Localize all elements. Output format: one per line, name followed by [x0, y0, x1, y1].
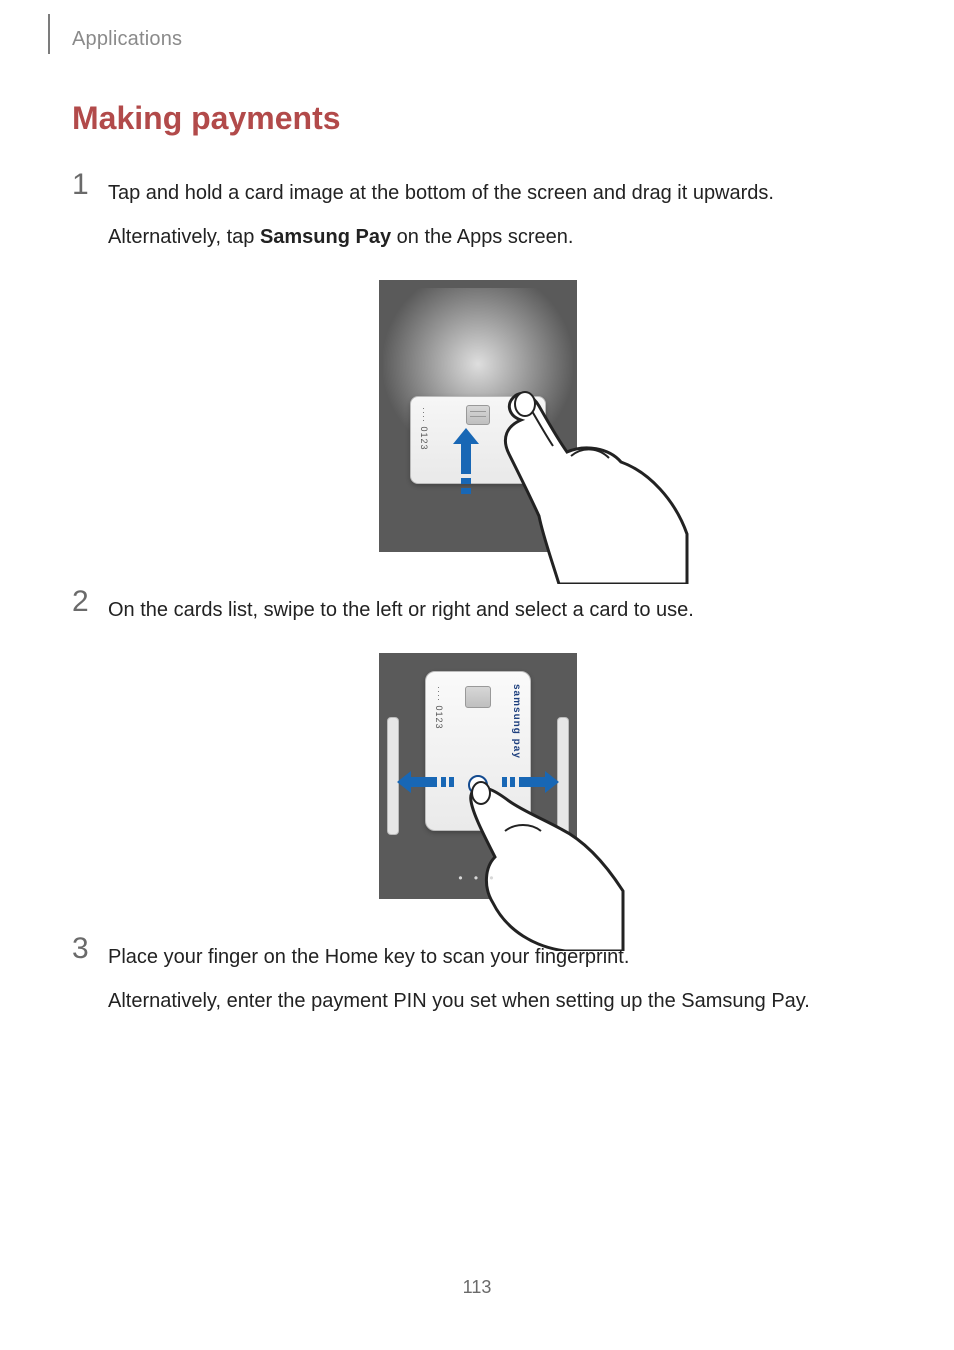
steps-list: 1 Tap and hold a card image at the botto…	[72, 158, 884, 1044]
breadcrumb: Applications	[72, 28, 182, 51]
step-text: Alternatively, tap	[108, 226, 260, 248]
section-title: Making payments	[72, 100, 341, 137]
manual-page: Applications Making payments 1 Tap and h…	[0, 0, 954, 1350]
step-text: Tap and hold a card image at the bottom …	[108, 182, 774, 204]
step-text: On the cards list, swipe to the left or …	[108, 599, 694, 621]
swipe-left-arrow-icon	[397, 771, 461, 793]
step-text: Alternatively, enter the payment PIN you…	[108, 990, 810, 1012]
figure-2: ···· 0123 samsung pay	[72, 653, 884, 904]
page-indicator-dots: • • •	[379, 871, 577, 885]
step-body: On the cards list, swipe to the left or …	[108, 585, 694, 635]
card-chip-icon	[466, 405, 490, 425]
card-digits: ···· 0123	[434, 686, 444, 730]
phone-illustration: ···· 0123 samsung pay	[379, 653, 577, 899]
step-text-bold: Samsung Pay	[260, 226, 391, 248]
step-1: 1 Tap and hold a card image at the botto…	[72, 168, 884, 262]
step-number: 1	[72, 168, 108, 200]
step-text: on the Apps screen.	[391, 226, 573, 248]
hand-swipe-icon	[465, 771, 625, 951]
card-chip-icon	[465, 686, 491, 708]
header-divider	[48, 14, 50, 54]
hand-drag-icon	[499, 384, 689, 584]
phone-illustration: ···· 0123 SAMSUNG	[379, 280, 577, 552]
page-number: 113	[0, 1277, 954, 1298]
drag-up-arrow-icon	[453, 428, 479, 502]
step-number: 2	[72, 585, 108, 617]
figure-1: ···· 0123 SAMSUNG	[72, 280, 884, 557]
card-digits: ···· 0123	[419, 407, 429, 451]
card-brand: samsung pay	[511, 684, 522, 759]
step-number: 3	[72, 932, 108, 964]
step-body: Place your finger on the Home key to sca…	[108, 932, 810, 1026]
step-2: 2 On the cards list, swipe to the left o…	[72, 585, 884, 635]
step-body: Tap and hold a card image at the bottom …	[108, 168, 774, 262]
